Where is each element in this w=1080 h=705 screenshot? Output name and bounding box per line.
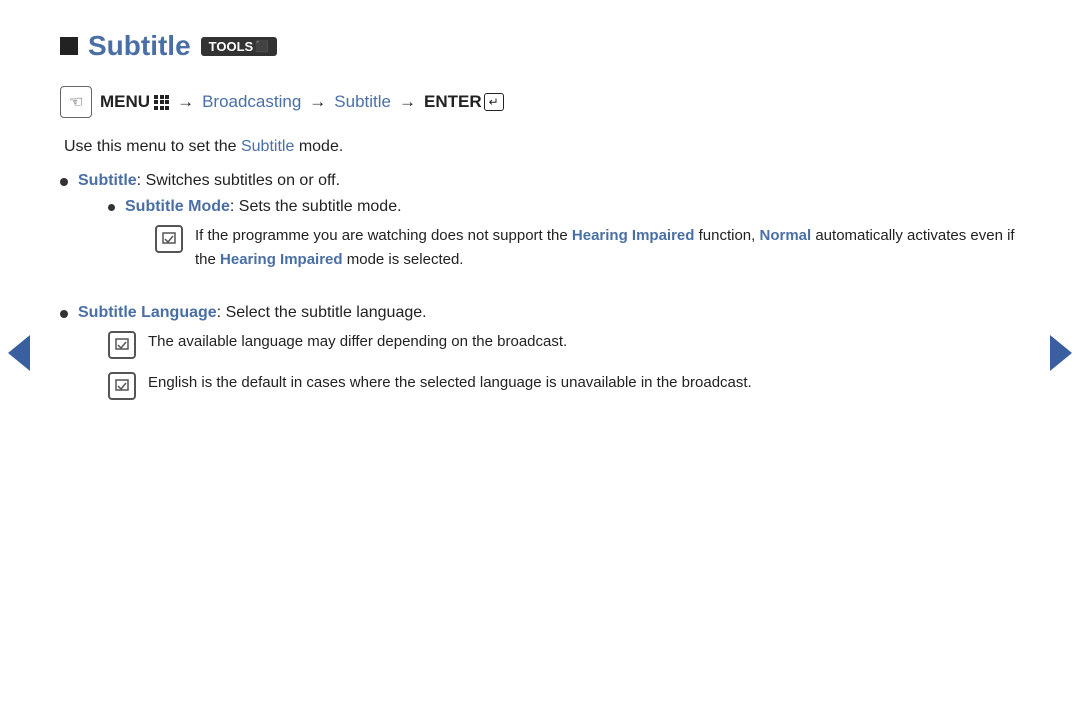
page-title: Subtitle bbox=[88, 30, 191, 62]
arrow-1: → bbox=[177, 92, 194, 112]
black-square-icon bbox=[60, 37, 78, 55]
enter-icon: ↵ bbox=[484, 93, 504, 111]
description-text: Use this menu to set the Subtitle mode. bbox=[60, 138, 1020, 156]
bullet-content-subtitle: Subtitle: Switches subtitles on or off. … bbox=[78, 172, 1020, 294]
note-text-hearing: If the programme you are watching does n… bbox=[195, 224, 1020, 272]
sub-bullet-content-subtitle-mode: Subtitle Mode: Sets the subtitle mode. bbox=[125, 198, 1020, 284]
note-icon-2 bbox=[108, 331, 136, 359]
description-prefix: Use this menu to set the bbox=[64, 138, 237, 155]
note-link-hearing-impaired-2: Hearing Impaired bbox=[220, 251, 343, 268]
bullet-item-subtitle: Subtitle: Switches subtitles on or off. … bbox=[60, 172, 1020, 294]
notes-container-subtitle-mode: If the programme you are watching does n… bbox=[125, 224, 1020, 272]
menu-path-row: ☜ MENU → Broadcasting → Subtitle → ENTER… bbox=[60, 86, 1020, 118]
bullet-text-subtitle-language: : Select the subtitle language. bbox=[217, 304, 427, 321]
menu-hand-icon: ☜ bbox=[60, 86, 92, 118]
note-link-normal: Normal bbox=[759, 227, 811, 244]
bullet-content-subtitle-language: Subtitle Language: Select the subtitle l… bbox=[78, 304, 1020, 412]
sub-bullet-dot-1 bbox=[108, 204, 115, 211]
tools-badge: TOOLS ⬛ bbox=[201, 37, 277, 56]
description-link: Subtitle bbox=[241, 138, 294, 155]
bullet-text-subtitle: : Switches subtitles on or off. bbox=[137, 172, 340, 189]
header-row: Subtitle TOOLS ⬛ bbox=[60, 30, 1020, 62]
tools-screen-icon: ⬛ bbox=[255, 40, 269, 53]
sub-bullet-item-subtitle-mode: Subtitle Mode: Sets the subtitle mode. bbox=[108, 198, 1020, 284]
menu-path-subtitle: Subtitle bbox=[334, 92, 391, 112]
bullet-link-subtitle-language: Subtitle Language bbox=[78, 304, 217, 321]
arrow-3: → bbox=[399, 92, 416, 112]
bullet-link-subtitle: Subtitle bbox=[78, 172, 137, 189]
notes-container-subtitle-language: The available language may differ depend… bbox=[78, 330, 1020, 400]
note-icon-3 bbox=[108, 372, 136, 400]
arrow-2: → bbox=[309, 92, 326, 112]
note-text-language-1: The available language may differ depend… bbox=[148, 330, 1020, 354]
enter-label: ENTER ↵ bbox=[424, 92, 504, 112]
sub-bullet-link-subtitle-mode: Subtitle Mode bbox=[125, 198, 230, 215]
note-text-language-2: English is the default in cases where th… bbox=[148, 371, 1020, 395]
sub-bullet-text-subtitle-mode: : Sets the subtitle mode. bbox=[230, 198, 402, 215]
sub-bullet-list-subtitle: Subtitle Mode: Sets the subtitle mode. bbox=[78, 198, 1020, 284]
note-item-hearing: If the programme you are watching does n… bbox=[155, 224, 1020, 272]
note-item-language-2: English is the default in cases where th… bbox=[108, 371, 1020, 400]
menu-label: MENU bbox=[100, 92, 169, 112]
note-link-hearing-impaired-1: Hearing Impaired bbox=[572, 227, 695, 244]
menu-path-broadcasting: Broadcasting bbox=[202, 92, 301, 112]
bullet-dot-2 bbox=[60, 310, 68, 318]
bullet-dot-1 bbox=[60, 178, 68, 186]
menu-grid-icon bbox=[154, 95, 169, 110]
tools-label: TOOLS bbox=[209, 39, 254, 54]
enter-text: ENTER bbox=[424, 92, 482, 112]
description-suffix: mode. bbox=[299, 138, 343, 155]
note-icon-1 bbox=[155, 225, 183, 253]
menu-text: MENU bbox=[100, 92, 150, 112]
bullet-item-subtitle-language: Subtitle Language: Select the subtitle l… bbox=[60, 304, 1020, 412]
main-bullet-list: Subtitle: Switches subtitles on or off. … bbox=[60, 172, 1020, 412]
note-item-language-1: The available language may differ depend… bbox=[108, 330, 1020, 359]
